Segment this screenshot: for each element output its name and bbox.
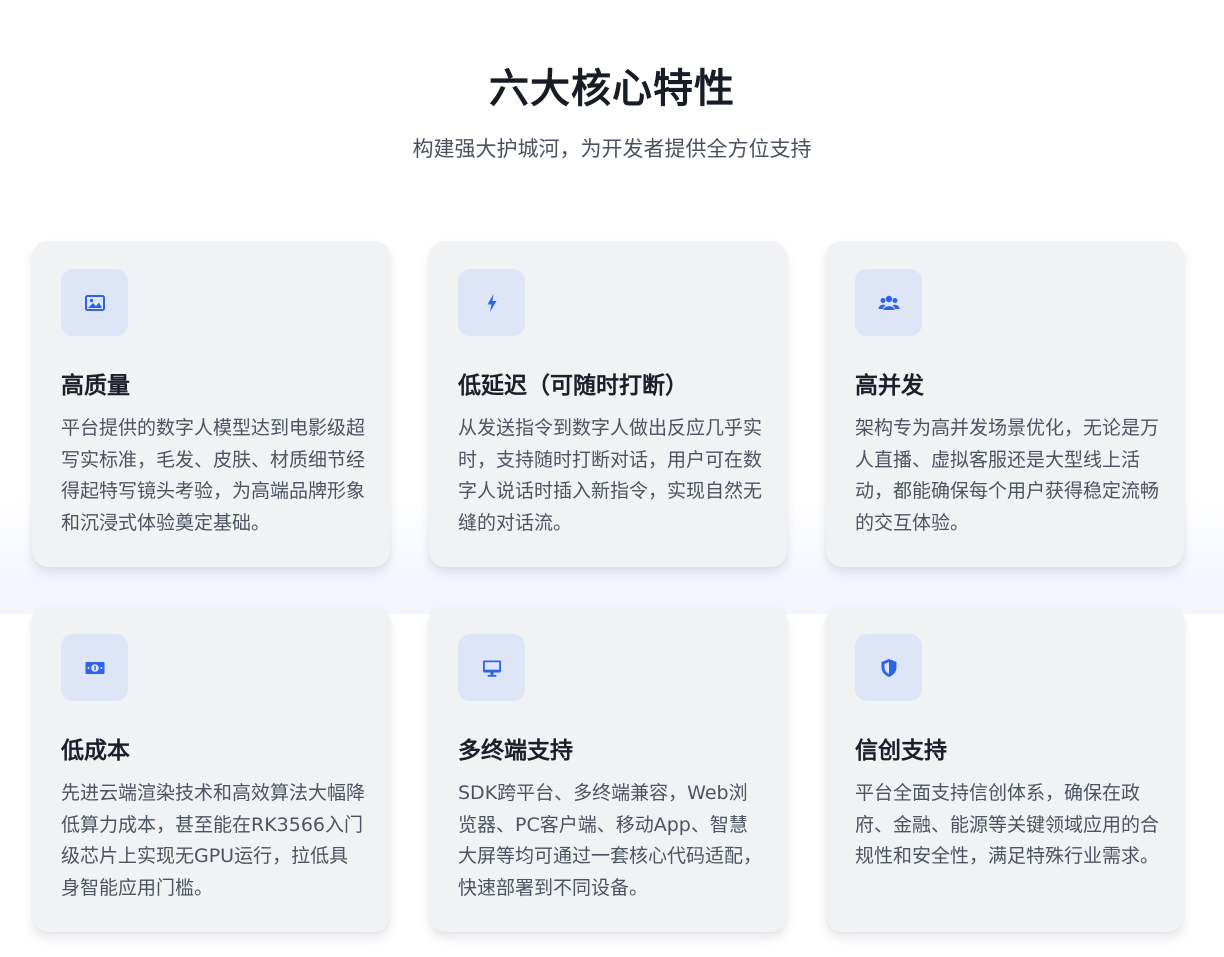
feature-description: SDK跨平台、多终端兼容，Web浏览器、PC客户端、移动App、智慧大屏等均可通…: [458, 782, 763, 899]
money-icon: [84, 657, 106, 679]
feature-icon-box: [458, 269, 525, 336]
feature-title: 多终端支持: [458, 738, 573, 764]
feature-card-multi-terminal: 多终端支持 SDK跨平台、多终端兼容，Web浏览器、PC客户端、移动App、智慧…: [429, 606, 787, 932]
lightning-icon: [481, 292, 503, 314]
feature-description: 先进云端渲染技术和高效算法大幅降低算力成本，甚至能在RK3566入门级芯片上实现…: [61, 782, 366, 899]
page-subtitle: 构建强大护城河，为开发者提供全方位支持: [412, 137, 812, 161]
users-icon: [878, 292, 900, 314]
feature-card-xinchuang: 信创支持 平台全面支持信创体系，确保在政府、金融、能源等关键领域应用的合规性和安…: [826, 606, 1184, 932]
feature-icon-box: [855, 269, 922, 336]
shield-icon: [878, 657, 900, 679]
feature-title: 高并发: [855, 373, 924, 399]
feature-icon-box: [855, 634, 922, 701]
feature-card-high-concurrency: 高并发 架构专为高并发场景优化，无论是万人直播、虚拟客服还是大型线上活动，都能确…: [826, 241, 1184, 567]
feature-card-low-cost: 低成本 先进云端渲染技术和高效算法大幅降低算力成本，甚至能在RK3566入门级芯…: [32, 606, 390, 932]
image-icon: [84, 292, 106, 314]
feature-description: 架构专为高并发场景优化，无论是万人直播、虚拟客服还是大型线上活动，都能确保每个用…: [855, 417, 1160, 534]
feature-title: 信创支持: [855, 738, 947, 764]
page-title: 六大核心特性: [489, 66, 735, 112]
feature-description: 从发送指令到数字人做出反应几乎实时，支持随时打断对话，用户可在数字人说话时插入新…: [458, 417, 763, 534]
feature-card-high-quality: 高质量 平台提供的数字人模型达到电影级超写实标准，毛发、皮肤、材质细节经得起特写…: [32, 241, 390, 567]
feature-description: 平台全面支持信创体系，确保在政府、金融、能源等关键领域应用的合规性和安全性，满足…: [855, 782, 1160, 867]
feature-icon-box: [458, 634, 525, 701]
feature-icon-box: [61, 269, 128, 336]
feature-title: 低延迟（可随时打断）: [458, 373, 688, 399]
feature-title: 高质量: [61, 373, 130, 399]
feature-title: 低成本: [61, 738, 130, 764]
feature-description: 平台提供的数字人模型达到电影级超写实标准，毛发、皮肤、材质细节经得起特写镜头考验…: [61, 417, 366, 534]
feature-icon-box: [61, 634, 128, 701]
monitor-icon: [481, 657, 503, 679]
feature-card-low-latency: 低延迟（可随时打断） 从发送指令到数字人做出反应几乎实时，支持随时打断对话，用户…: [429, 241, 787, 567]
